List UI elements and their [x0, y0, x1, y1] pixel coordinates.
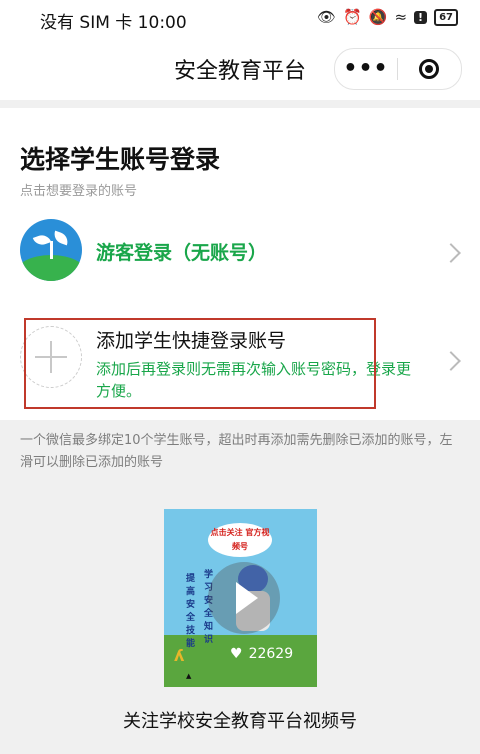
- video-bubble-text: 点击关注 官方视频号: [208, 523, 272, 557]
- likes-count: ♥ 22629: [230, 646, 293, 662]
- heart-icon: ♥: [230, 646, 243, 662]
- carrier-time: 没有 SIM 卡 10:00: [40, 13, 187, 33]
- likes-value: 22629: [248, 646, 294, 662]
- account-card: 选择学生账号登录 点击想要登录的账号 游客登录（无账号） 添加学生快捷登录账号 …: [0, 108, 480, 420]
- account-limit-note: 一个微信最多绑定10个学生账号，超出时再添加需先删除已添加的账号，左滑可以删除已…: [20, 433, 453, 470]
- status-bar: 没有 SIM 卡 10:00 👁 ⏰ 🔕 ≈ ! 67: [0, 0, 480, 38]
- channel-logo-text: ▲: [186, 672, 192, 680]
- chevron-right-icon: [441, 243, 461, 263]
- video-caption: 关注学校安全教育平台视频号: [123, 711, 357, 732]
- more-button[interactable]: •••: [335, 49, 397, 89]
- sprout-logo-icon: [20, 219, 82, 281]
- video-thumbnail[interactable]: 点击关注 官方视频号 学习安全知识 提高安全技能 ʎ ▲ ♥ 22629: [164, 509, 317, 687]
- alert-icon: !: [414, 10, 428, 24]
- highlight-box: [24, 318, 376, 409]
- chevron-right-icon: [441, 351, 461, 371]
- miniprogram-capsule: •••: [334, 48, 462, 90]
- vertical-text-2: 提高安全技能: [186, 574, 196, 649]
- play-icon[interactable]: [208, 562, 280, 634]
- target-icon: [419, 59, 439, 79]
- subheading: 点击想要登录的账号: [20, 184, 138, 199]
- alarm-icon: ⏰: [343, 8, 362, 26]
- guest-login-label: 游客登录（无账号）: [96, 242, 268, 264]
- nav-bar: 安全教育平台 •••: [0, 38, 480, 100]
- eye-icon: 👁: [317, 8, 337, 26]
- channel-logo-icon: ʎ: [174, 646, 185, 665]
- heading: 选择学生账号登录: [20, 145, 221, 174]
- guest-login-item[interactable]: 游客登录（无账号）: [0, 216, 480, 296]
- wifi-icon: ≈: [394, 8, 408, 26]
- mute-icon: 🔕: [368, 8, 388, 26]
- close-button[interactable]: [398, 49, 460, 89]
- battery-icon: 67: [434, 8, 458, 26]
- status-icons: 👁 ⏰ 🔕 ≈ ! 67: [317, 8, 458, 26]
